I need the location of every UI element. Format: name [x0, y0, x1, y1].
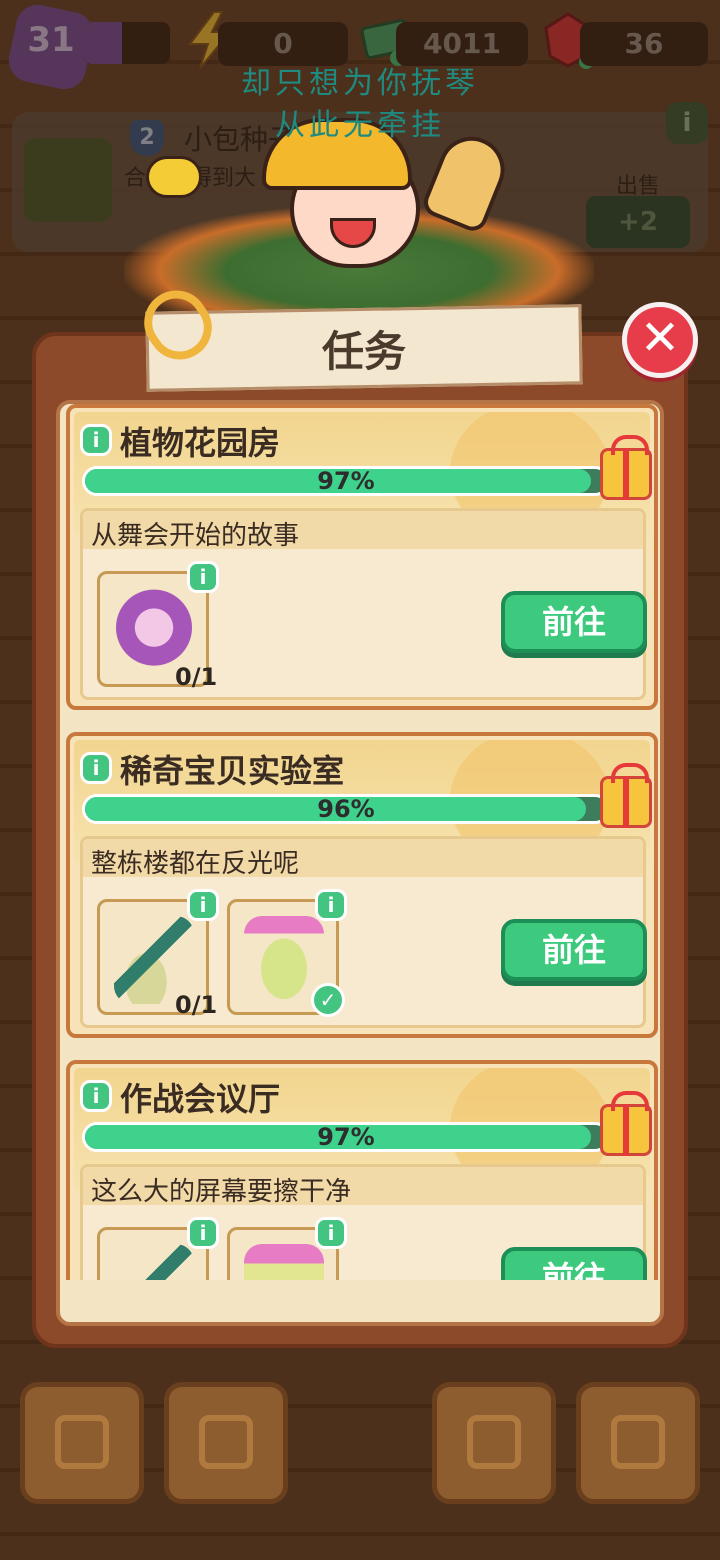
task-progress-bar: 97%	[82, 1122, 610, 1152]
item-info-icon[interactable]: i	[187, 1217, 219, 1249]
close-icon: ✕	[639, 310, 681, 366]
subtitle-line-2: 从此无牵挂	[275, 108, 445, 143]
task-card: i 稀奇宝贝实验室 96% 整栋楼都在反光呢 i 0/1 i ✓ 前往	[66, 732, 658, 1038]
close-button[interactable]: ✕	[622, 302, 698, 378]
item-count: 0/1	[175, 991, 218, 1019]
dialog-title: 任务	[321, 327, 406, 376]
task-info-icon[interactable]: i	[80, 752, 112, 784]
yellow-bird-illustration	[146, 156, 202, 198]
task-title: 稀奇宝贝实验室	[120, 752, 345, 790]
gift-box-icon[interactable]	[600, 1091, 652, 1156]
tasks-button[interactable]	[576, 1382, 700, 1504]
task-info-icon[interactable]: i	[80, 1080, 112, 1112]
task-progress-bar: 96%	[82, 794, 610, 824]
quest-title: 从舞会开始的故事	[91, 521, 300, 551]
task-progress-label: 97%	[317, 1123, 375, 1151]
go-button[interactable]: 前往	[501, 1247, 647, 1280]
quest-panel: 这么大的屏幕要擦干净 i i 前往	[80, 1164, 647, 1280]
subtitle-line-1: 却只想为你抚琴	[241, 66, 479, 101]
go-button[interactable]: 前往	[501, 919, 647, 981]
back-button[interactable]	[20, 1382, 144, 1504]
task-info-icon[interactable]: i	[80, 424, 112, 456]
task-title: 植物花园房	[120, 424, 281, 462]
item-count: 0/1	[175, 663, 218, 691]
backpack-icon	[199, 1415, 253, 1469]
quest-title: 整栋楼都在反光呢	[91, 849, 300, 879]
item-info-icon[interactable]: i	[315, 889, 347, 921]
detergent-bottle-icon	[244, 1244, 324, 1280]
quest-panel: 整栋楼都在反光呢 i 0/1 i ✓ 前往	[80, 836, 647, 1028]
gift-box-icon[interactable]	[600, 763, 652, 828]
task-list[interactable]: i 植物花园房 97% 从舞会开始的故事 i 0/1 前往 i 稀奇宝贝实验室 …	[60, 404, 660, 1280]
basket-button[interactable]	[432, 1382, 556, 1504]
item-info-icon[interactable]: i	[187, 561, 219, 593]
task-progress-label: 96%	[317, 795, 375, 823]
clipboard-icon	[611, 1415, 665, 1469]
backpack-button[interactable]	[164, 1382, 288, 1504]
task-title: 作战会议厅	[120, 1080, 281, 1118]
back-arrow-icon	[55, 1415, 109, 1469]
mop-icon	[114, 1244, 194, 1280]
quest-title: 这么大的屏幕要擦干净	[91, 1177, 352, 1207]
go-button[interactable]: 前往	[501, 591, 647, 653]
gift-box-icon[interactable]	[600, 435, 652, 500]
check-icon: ✓	[311, 983, 345, 1017]
task-card: i 植物花园房 97% 从舞会开始的故事 i 0/1 前往	[66, 404, 658, 710]
task-progress-bar: 97%	[82, 466, 610, 496]
task-card: i 作战会议厅 97% 这么大的屏幕要擦干净 i i 前往	[66, 1060, 658, 1280]
task-progress-label: 97%	[317, 467, 375, 495]
cleaner-bottle-icon	[244, 916, 324, 1004]
basket-icon	[467, 1415, 521, 1469]
item-info-icon[interactable]: i	[315, 1217, 347, 1249]
quest-panel: 从舞会开始的故事 i 0/1 前往	[80, 508, 647, 700]
item-info-icon[interactable]: i	[187, 889, 219, 921]
